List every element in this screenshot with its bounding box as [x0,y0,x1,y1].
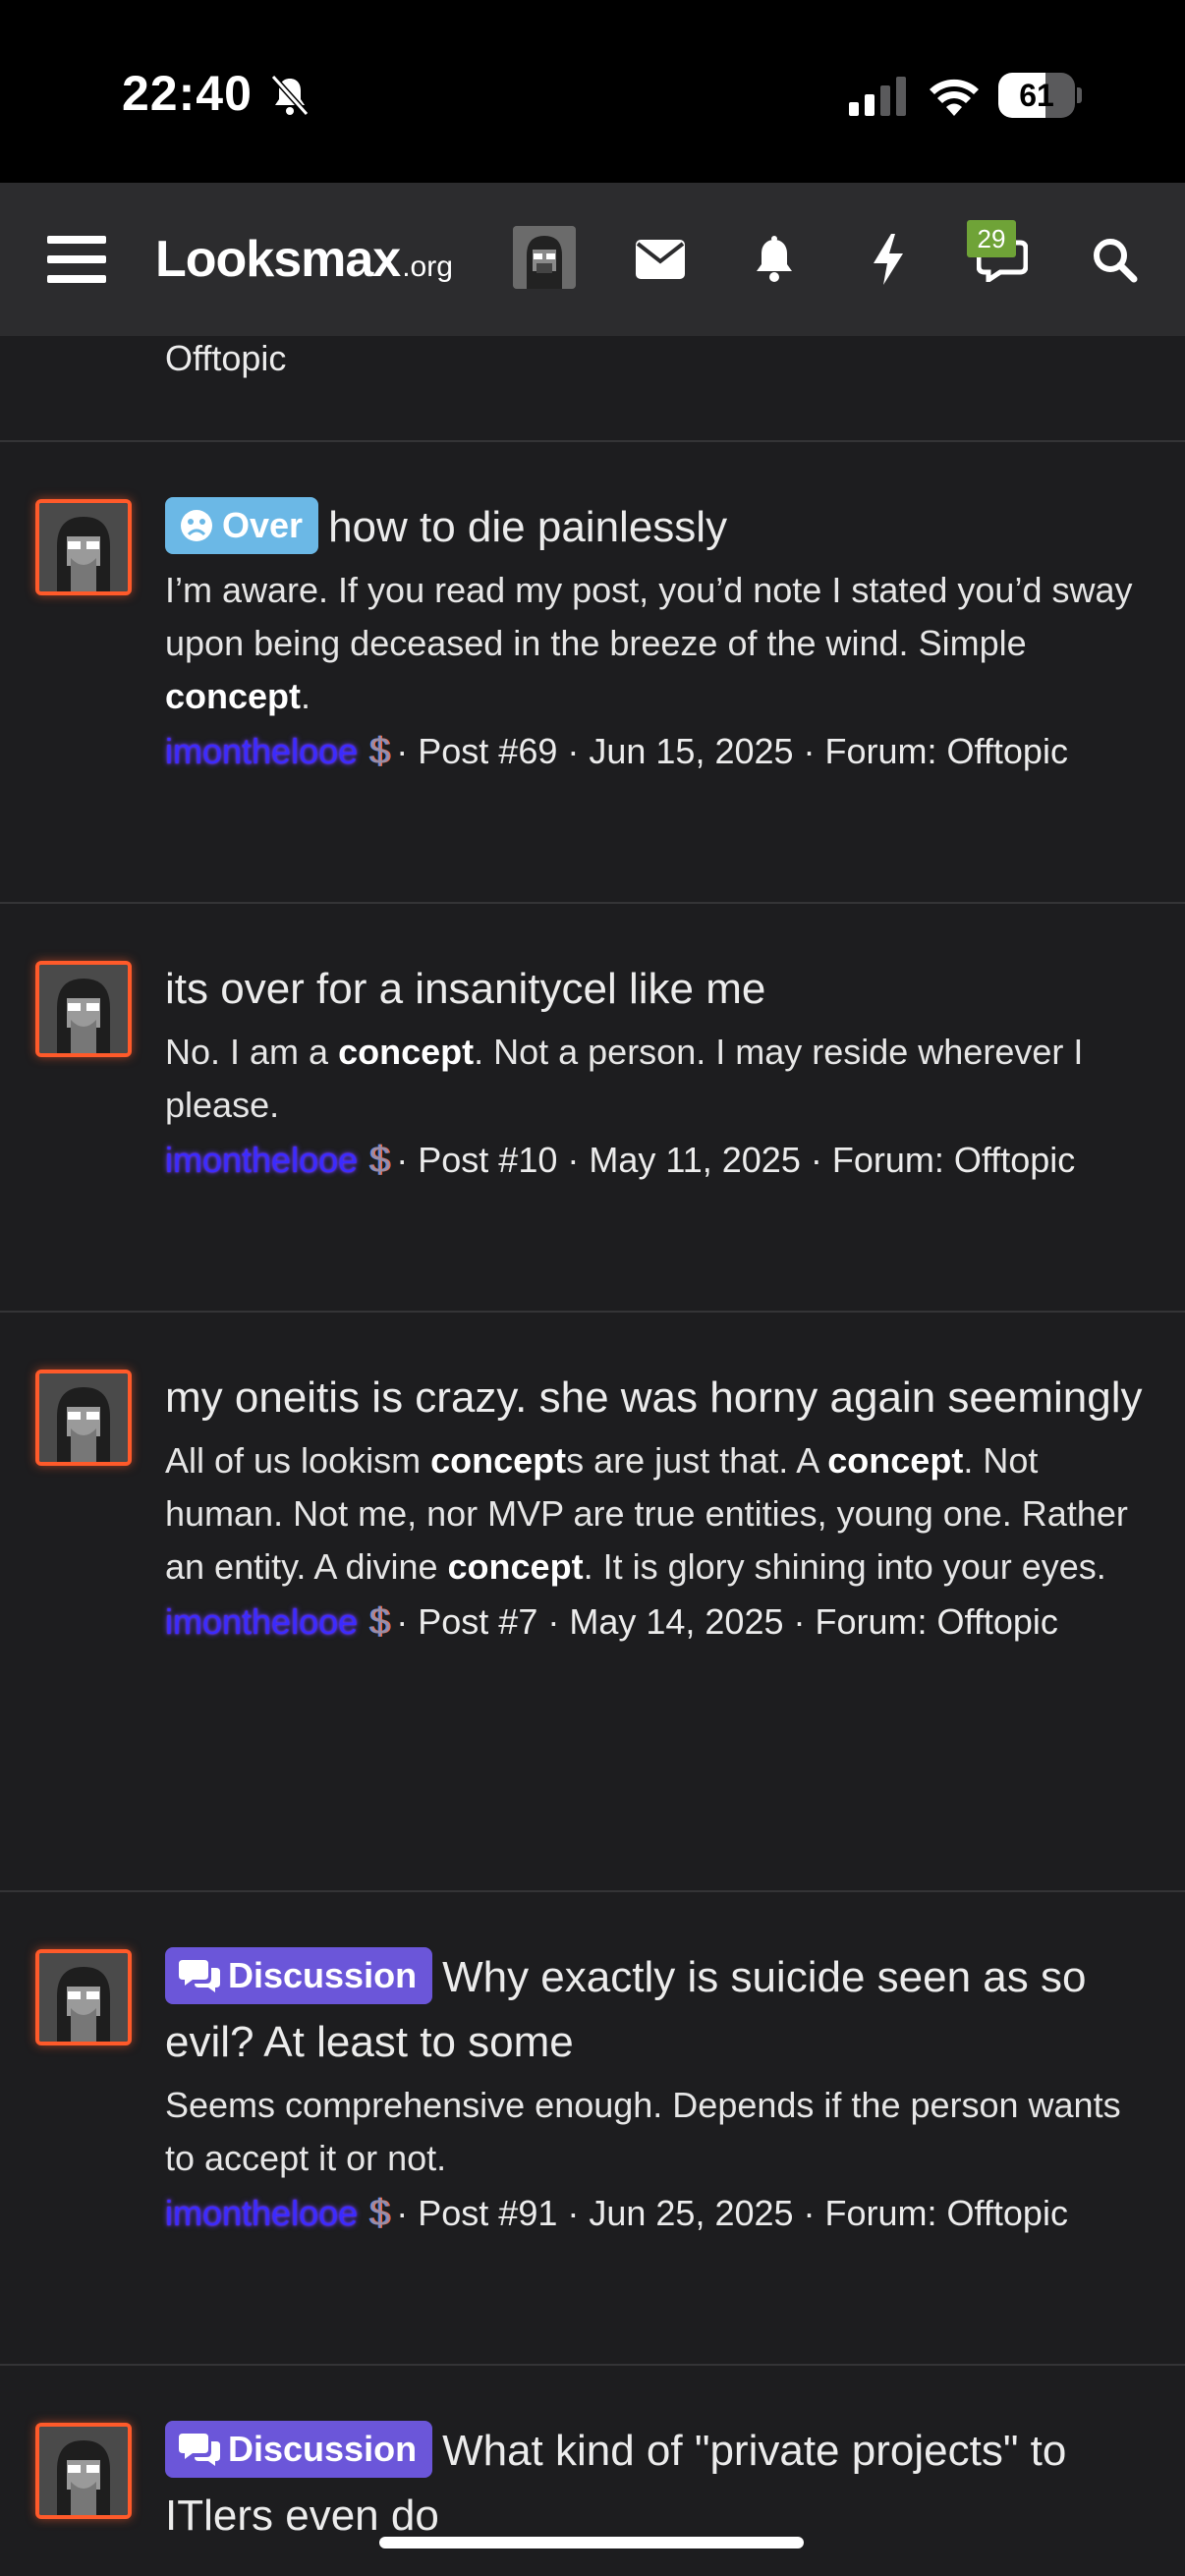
bell-off-icon [270,74,310,117]
post-meta: imonthelooe $ · Post #7 · May 14, 2025 · F… [165,1596,1148,1649]
username-link[interactable]: imonthelooe [165,731,358,771]
post-meta-text[interactable]: · Post #91 · Jun 25, 2025 · Forum: Offto… [396,2193,1068,2233]
result-content: its over for a insanitycel like me No. I… [165,957,1148,1187]
snippet-text: . It is glory shining into your eyes. [583,1546,1106,1587]
post-meta: imonthelooe $ · Post #69 · Jun 15, 2025 · … [165,725,1148,778]
avatar[interactable] [35,961,132,1057]
forum-fragment[interactable]: Offtopic [165,338,286,379]
snippet-text: No. I am a [165,1032,339,1072]
thread-title[interactable]: its over for a insanitycel like me [165,957,1148,1022]
cellular-signal-icon [849,77,906,116]
conversations-badge[interactable]: 29 [967,220,1016,257]
avatar[interactable] [35,2423,132,2519]
dollar-icon: $ [369,731,391,772]
snippet-text: Seems comprehensive enough. Depends if t… [165,2085,1121,2178]
post-snippet: All of us lookism concepts are just that… [165,1434,1148,1594]
sad-face-icon [179,503,214,560]
post-meta-text[interactable]: · Post #10 · May 11, 2025 · Forum: Offto… [396,1140,1075,1180]
snippet-text: . [301,676,311,716]
thread-title-text: how to die painlessly [328,503,728,551]
username-link[interactable]: imonthelooe [165,2193,358,2233]
dollar-icon: $ [369,2193,391,2234]
site-logo[interactable]: Looksmax .org [155,230,453,289]
thread-title[interactable]: Over how to die painlessly [165,495,1148,560]
snippet-highlight: concept [165,676,302,716]
result-content: my oneitis is crazy. she was horny again… [165,1366,1148,1649]
snippet-text: s are just that. A [566,1440,828,1481]
avatar[interactable] [35,1949,132,2045]
prefix-label: Discussion [228,1955,418,1995]
comments-icon [179,2427,220,2484]
post-meta: imonthelooe $ · Post #10 · May 11, 2025 · … [165,1134,1148,1187]
prefix-label: Discussion [228,2429,418,2469]
site-header: Looksmax .org [0,183,1185,336]
snippet-highlight: concept [430,1440,567,1481]
post-meta-text[interactable]: · Post #7 · May 14, 2025 · Forum: Offtop… [396,1601,1058,1642]
post-meta: imonthelooe $ · Post #91 · Jun 25, 2025 · … [165,2187,1148,2240]
prefix-badge[interactable]: Over [165,497,319,554]
avatar[interactable] [35,1370,132,1466]
status-bar: 22:40 61 [0,0,1185,183]
bolt-icon[interactable] [853,224,924,295]
snippet-text: I’m aware. If you read my post, you’d no… [165,570,1133,663]
post-snippet: No. I am a concept. Not a person. I may … [165,1026,1148,1132]
user-avatar-button[interactable] [513,226,576,289]
menu-icon[interactable] [41,224,112,295]
thread-title[interactable]: Discussion What kind of "private projects… [165,2419,1148,2548]
logo-text: Looksmax [155,231,401,288]
divider [0,1311,1185,1313]
battery-indicator: 61 [998,73,1082,118]
battery-percent: 61 [1019,78,1054,113]
dollar-icon: $ [369,1140,391,1181]
result-content: Discussion Why exactly is suicide seen as… [165,1945,1148,2240]
divider [0,902,1185,904]
mail-icon[interactable] [625,224,696,295]
thread-title[interactable]: my oneitis is crazy. she was horny again… [165,1366,1148,1430]
snippet-highlight: concept [447,1546,584,1587]
prefix-badge[interactable]: Discussion [165,1947,433,2004]
prefix-badge[interactable]: Discussion [165,2421,433,2478]
result-content: Discussion What kind of "private projects… [165,2419,1148,2548]
home-indicator[interactable] [379,2537,804,2548]
comments-icon [179,1953,220,2010]
avatar[interactable] [35,499,132,595]
divider [0,1890,1185,1892]
thread-title-text: my oneitis is crazy. she was horny again… [165,1373,1143,1422]
post-snippet: I’m aware. If you read my post, you’d no… [165,564,1148,723]
status-time: 22:40 [122,66,253,121]
username-link[interactable]: imonthelooe [165,1140,358,1180]
divider [0,2364,1185,2366]
result-content: Over how to die painlessly I’m aware. If … [165,495,1148,778]
prefix-label: Over [222,505,304,545]
logo-org-text: .org [402,251,453,283]
snippet-highlight: concept [827,1440,964,1481]
thread-title[interactable]: Discussion Why exactly is suicide seen as… [165,1945,1148,2075]
bell-icon[interactable] [739,224,810,295]
snippet-text: All of us lookism [165,1440,431,1481]
search-icon[interactable] [1079,224,1150,295]
username-link[interactable]: imonthelooe [165,1601,358,1642]
divider [0,440,1185,442]
snippet-highlight: concept [338,1032,475,1072]
wifi-icon [930,79,979,116]
dollar-icon: $ [369,1601,391,1643]
post-snippet: Seems comprehensive enough. Depends if t… [165,2079,1148,2185]
thread-title-text: its over for a insanitycel like me [165,965,766,1013]
post-meta-text[interactable]: · Post #69 · Jun 15, 2025 · Forum: Offto… [396,731,1068,771]
